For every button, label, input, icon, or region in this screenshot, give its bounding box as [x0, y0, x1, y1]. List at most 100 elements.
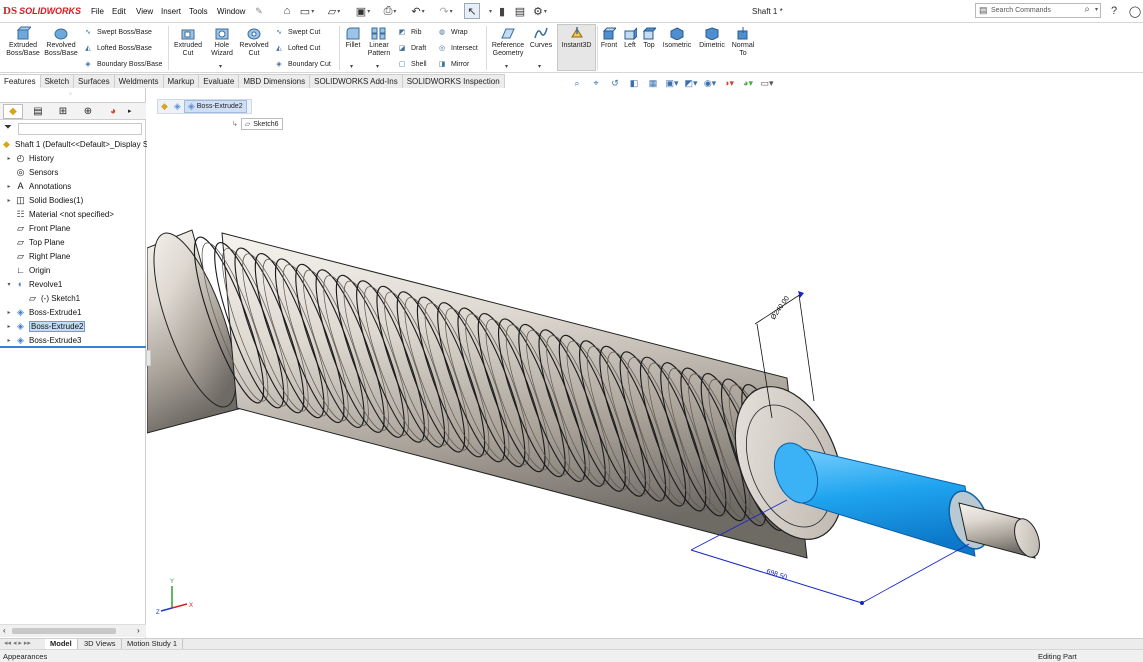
revolved-boss-button[interactable]: Revolved Boss/Base: [42, 25, 80, 58]
tab-solidworks-inspection[interactable]: SOLIDWORKS Inspection: [402, 74, 505, 88]
tree-item[interactable]: ▱ Right Plane: [4, 249, 70, 263]
scroll-right-icon[interactable]: ›: [137, 626, 140, 635]
tab-evaluate[interactable]: Evaluate: [199, 74, 240, 88]
tree-item[interactable]: ∟ Origin: [4, 263, 50, 277]
scroll-thumb[interactable]: [12, 628, 116, 634]
breadcrumb-part[interactable]: ◆: [158, 100, 171, 113]
mirror-button[interactable]: ◨ Mirror: [436, 57, 470, 71]
shell-button[interactable]: ▢ Shell: [396, 57, 427, 71]
normal-to-button[interactable]: Normal To: [729, 25, 757, 58]
swept-cut-button[interactable]: ∿ Swept Cut: [273, 25, 320, 39]
menu-window[interactable]: Window: [217, 7, 245, 16]
tree-item[interactable]: ▸ ◫ Solid Bodies(1): [4, 193, 83, 207]
display-manager-tab-icon[interactable]: ◕: [103, 104, 123, 119]
undo-icon[interactable]: ↶ ▾: [410, 3, 426, 19]
graphics-area[interactable]: Ø240.00 698.50 Y X Z: [147, 88, 1143, 638]
section-view-icon[interactable]: ◧: [627, 77, 641, 89]
expand-arrow-icon[interactable]: ▸: [4, 155, 14, 162]
tab-surfaces[interactable]: Surfaces: [74, 74, 115, 88]
previous-view-icon[interactable]: ↺: [608, 77, 622, 89]
menu-tools[interactable]: Tools: [189, 7, 208, 16]
linear-pattern-button[interactable]: Linear Pattern: [366, 25, 392, 58]
tree-item[interactable]: ▸ A Annotations: [4, 179, 71, 193]
tab-sketch[interactable]: Sketch: [40, 74, 75, 88]
user-icon[interactable]: ◯: [1127, 3, 1143, 19]
boundary-cut-button[interactable]: ◈ Boundary Cut: [273, 57, 331, 71]
filter-icon[interactable]: ⏷: [4, 122, 12, 133]
tree-item[interactable]: ▱ Front Plane: [4, 221, 70, 235]
open-icon[interactable]: ▱ ▾: [326, 3, 342, 19]
zoom-to-area-icon[interactable]: ⌖: [589, 77, 603, 89]
search-dropdown-icon[interactable]: ▾: [1095, 6, 1098, 13]
hole-wizard-dropdown-icon[interactable]: ▾: [219, 63, 222, 70]
panel-horizontal-scrollbar[interactable]: ‹ ›: [0, 624, 146, 637]
tree-item[interactable]: ▸ ◈ Boss-Extrude3: [4, 333, 81, 347]
traffic-light-icon[interactable]: ▮: [494, 3, 510, 19]
tree-item[interactable]: ▸ ◈ Boss-Extrude1: [4, 305, 81, 319]
fillet-dropdown-icon[interactable]: ▾: [350, 63, 353, 70]
property-manager-tab-icon[interactable]: ▤: [28, 104, 48, 119]
tree-item[interactable]: ▱ (-) Sketch1: [16, 291, 80, 305]
left-view-button[interactable]: Left: [621, 25, 639, 50]
curves-dropdown-icon[interactable]: ▾: [538, 63, 541, 70]
pattern-dropdown-icon[interactable]: ▾: [376, 63, 379, 70]
select-icon[interactable]: ↖: [464, 3, 480, 19]
extruded-cut-button[interactable]: Extruded Cut: [171, 25, 205, 58]
front-view-button[interactable]: Front: [599, 25, 619, 50]
extruded-boss-button[interactable]: Extruded Boss/Base: [5, 25, 41, 58]
hide-show-items-icon[interactable]: ◉▾: [703, 77, 717, 89]
view-settings-icon[interactable]: ▭▾: [760, 77, 774, 89]
search-icon[interactable]: ⌕: [1084, 4, 1090, 15]
tab-features[interactable]: Features: [0, 74, 41, 88]
pin-icon[interactable]: ✎: [251, 3, 267, 19]
file-properties-icon[interactable]: ▤: [512, 3, 528, 19]
tree-item[interactable]: ▸ ◴ History: [4, 151, 53, 165]
swept-boss-button[interactable]: ∿ Swept Boss/Base: [82, 25, 152, 39]
expand-arrow-icon[interactable]: ▸: [4, 197, 14, 204]
edit-appearance-icon[interactable]: ◑▾: [722, 77, 736, 89]
view-orientation-icon[interactable]: ▣▾: [665, 77, 679, 89]
top-view-button[interactable]: Top: [641, 25, 657, 50]
wrap-button[interactable]: ◍ Wrap: [436, 25, 468, 39]
tree-item[interactable]: ▱ Top Plane: [4, 235, 65, 249]
diameter-dimension[interactable]: Ø240.00: [770, 295, 791, 321]
apply-scene-icon[interactable]: ◕▾: [741, 77, 755, 89]
lofted-boss-button[interactable]: ◭ Lofted Boss/Base: [82, 41, 152, 55]
reference-geometry-button[interactable]: Reference Geometry: [489, 25, 527, 58]
boundary-boss-button[interactable]: ◈ Boundary Boss/Base: [82, 57, 162, 71]
instant3d-button[interactable]: Instant3D: [558, 25, 595, 50]
configuration-manager-tab-icon[interactable]: ⊞: [53, 104, 73, 119]
reference-geometry-dropdown-icon[interactable]: ▾: [505, 63, 508, 70]
intersect-button[interactable]: ◎ Intersect: [436, 41, 478, 55]
search-input[interactable]: Search Commands: [991, 7, 1051, 14]
breadcrumb-sketch[interactable]: ▱ Sketch6: [240, 118, 283, 130]
tree-item[interactable]: ▸ ◈ Boss-Extrude2: [4, 319, 86, 333]
search-commands[interactable]: ▤ Search Commands ⌕ ▾: [975, 3, 1101, 18]
scroll-left-icon[interactable]: ‹: [3, 626, 6, 635]
dynamic-annotation-icon[interactable]: ▦: [646, 77, 660, 89]
tree-item[interactable]: ◎ Sensors: [4, 165, 59, 179]
expand-arrow-icon[interactable]: ▾: [4, 281, 14, 288]
panel-splitter-handle[interactable]: [146, 350, 151, 366]
solidworks-logo[interactable]: DS SOLIDWORKS: [3, 4, 81, 18]
tab-mbd-dimensions[interactable]: MBD Dimensions: [239, 74, 311, 88]
breadcrumb-body[interactable]: ◈: [171, 100, 184, 113]
curves-button[interactable]: Curves: [528, 25, 554, 50]
draft-button[interactable]: ◪ Draft: [396, 41, 426, 55]
fillet-button[interactable]: Fillet: [342, 25, 364, 50]
expand-arrow-icon[interactable]: ▸: [4, 309, 14, 316]
tree-item[interactable]: ☷ Material <not specified>: [4, 207, 113, 221]
new-document-icon[interactable]: ▭ ▾: [299, 3, 315, 19]
help-icon[interactable]: ?: [1106, 3, 1122, 19]
menu-insert[interactable]: Insert: [161, 7, 181, 16]
redo-icon[interactable]: ↷ ▾: [438, 3, 454, 19]
breadcrumb-feature[interactable]: ◈ Boss-Extrude2: [183, 100, 247, 113]
revolved-cut-button[interactable]: Revolved Cut: [238, 25, 270, 58]
isometric-view-button[interactable]: Isometric: [660, 25, 694, 50]
feature-manager-tab-icon[interactable]: ◆: [3, 103, 23, 119]
home-icon[interactable]: ⌂: [279, 3, 295, 19]
save-icon[interactable]: ▣ ▾: [355, 3, 371, 19]
display-style-icon[interactable]: ◩▾: [684, 77, 698, 89]
tab-scroll-icons[interactable]: ◂◂ ◂ ▸ ▸▸: [4, 639, 31, 647]
tab-markup[interactable]: Markup: [163, 74, 200, 88]
